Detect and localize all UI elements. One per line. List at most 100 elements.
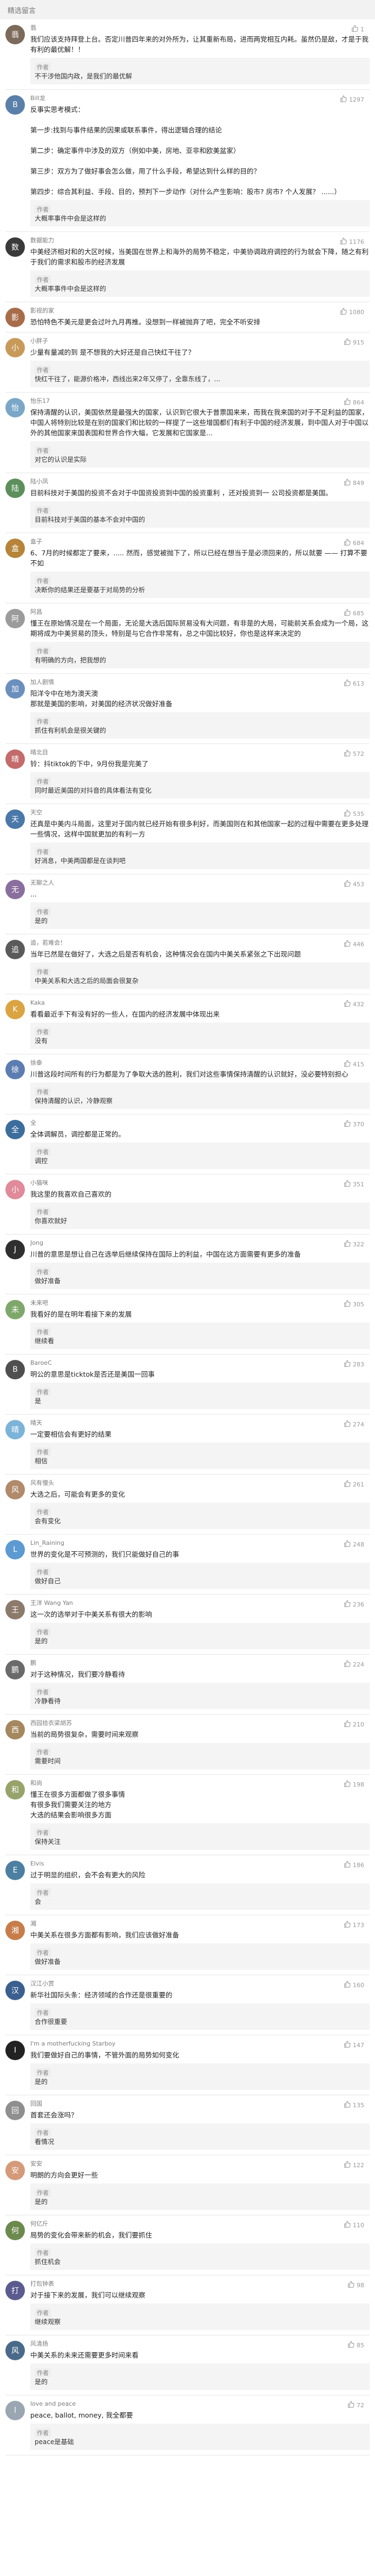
commenter-name[interactable]: 晴北目	[30, 748, 370, 757]
commenter-name[interactable]: Lin_Raining	[30, 1539, 370, 1548]
like-button[interactable]: 85	[347, 2341, 364, 2350]
like-button[interactable]: 236	[344, 1600, 364, 1609]
like-button[interactable]: 160	[344, 1981, 364, 1990]
like-button[interactable]: 283	[344, 1360, 364, 1369]
like-button[interactable]: 210	[344, 1720, 364, 1729]
avatar[interactable]: 王	[5, 1600, 25, 1619]
like-button[interactable]: 432	[344, 1000, 364, 1009]
avatar[interactable]: 全	[5, 1120, 25, 1139]
avatar[interactable]: J	[5, 1240, 25, 1259]
avatar[interactable]: 翡	[5, 25, 25, 44]
like-button[interactable]: 370	[344, 1120, 364, 1129]
avatar[interactable]: 西	[5, 1720, 25, 1740]
like-button[interactable]: 572	[344, 749, 364, 759]
like-button[interactable]: 613	[344, 679, 364, 688]
avatar[interactable]: 湘	[5, 1921, 25, 1940]
commenter-name[interactable]: 天空	[30, 808, 370, 817]
avatar[interactable]: 和	[5, 1780, 25, 1800]
commenter-name[interactable]: 晴天	[30, 1419, 370, 1428]
avatar[interactable]: 盒	[5, 539, 25, 558]
avatar[interactable]: K	[5, 1000, 25, 1019]
commenter-name[interactable]: 全	[30, 1119, 370, 1127]
like-button[interactable]: 915	[344, 338, 364, 347]
commenter-name[interactable]: 风有慢头	[30, 1479, 370, 1488]
like-button[interactable]: 173	[344, 1921, 364, 1930]
commenter-name[interactable]: 未来吧	[30, 1299, 370, 1307]
avatar[interactable]: 追	[5, 940, 25, 959]
like-button[interactable]: 186	[344, 1861, 364, 1870]
avatar[interactable]: 晴	[5, 749, 25, 769]
commenter-name[interactable]: 小胖子	[30, 337, 370, 346]
like-button[interactable]: 72	[347, 2401, 364, 2410]
commenter-name[interactable]: 安安	[30, 2160, 370, 2168]
avatar[interactable]: 回	[5, 2101, 25, 2120]
commenter-name[interactable]: 徐泰	[30, 1059, 370, 1067]
avatar[interactable]: 鹏	[5, 1660, 25, 1679]
commenter-name[interactable]: 加人剧情	[30, 678, 370, 687]
commenter-name[interactable]: 湘	[30, 1920, 370, 1928]
like-button[interactable]: 684	[344, 539, 364, 548]
commenter-name[interactable]: BaroeC	[30, 1359, 370, 1367]
commenter-name[interactable]: Bill龙	[30, 94, 370, 103]
like-button[interactable]: 1	[351, 25, 364, 34]
like-button[interactable]: 1176	[340, 237, 364, 247]
avatar[interactable]: 数	[5, 237, 25, 257]
like-button[interactable]: 535	[344, 809, 364, 819]
like-button[interactable]: 415	[344, 1060, 364, 1069]
like-button[interactable]: 122	[344, 2161, 364, 2170]
avatar[interactable]: 无	[5, 880, 25, 899]
commenter-name[interactable]: 陆小凤	[30, 477, 370, 486]
commenter-name[interactable]: 西园拾衣梁胡苏	[30, 1719, 370, 1728]
avatar[interactable]: 打	[5, 2281, 25, 2300]
avatar[interactable]: E	[5, 1861, 25, 1880]
avatar[interactable]: B	[5, 1360, 25, 1379]
commenter-name[interactable]: 回国	[30, 2100, 370, 2108]
like-button[interactable]: 274	[344, 1420, 364, 1429]
avatar[interactable]: I	[5, 2041, 25, 2060]
like-button[interactable]: 864	[344, 398, 364, 407]
commenter-name[interactable]: 风清扬	[30, 2340, 370, 2348]
avatar[interactable]: l	[5, 2401, 25, 2420]
avatar[interactable]: 徐	[5, 1060, 25, 1079]
like-button[interactable]: 849	[344, 479, 364, 488]
commenter-name[interactable]: Jong	[30, 1239, 370, 1247]
like-button[interactable]: 351	[344, 1180, 364, 1189]
avatar[interactable]: 风	[5, 1480, 25, 1499]
avatar[interactable]: 阿	[5, 609, 25, 628]
like-button[interactable]: 110	[344, 2221, 364, 2230]
commenter-name[interactable]: 小猫咪	[30, 1179, 370, 1187]
commenter-name[interactable]: 影视的家	[30, 307, 370, 315]
commenter-name[interactable]: 怡乐17	[30, 397, 370, 406]
avatar[interactable]: B	[5, 95, 25, 115]
commenter-name[interactable]: Kaka	[30, 999, 370, 1007]
avatar[interactable]: 影	[5, 308, 25, 327]
commenter-name[interactable]: 何亿斤	[30, 2220, 370, 2228]
like-button[interactable]: 305	[344, 1300, 364, 1309]
commenter-name[interactable]: 汉江小赏	[30, 1980, 370, 1988]
like-button[interactable]: 248	[344, 1540, 364, 1549]
like-button[interactable]: 1080	[340, 308, 364, 317]
commenter-name[interactable]: 盒子	[30, 537, 370, 546]
like-button[interactable]: 147	[344, 2041, 364, 2050]
avatar[interactable]: 汉	[5, 1981, 25, 2000]
like-button[interactable]: 135	[344, 2101, 364, 2110]
avatar[interactable]: 安	[5, 2161, 25, 2180]
avatar[interactable]: 未	[5, 1300, 25, 1319]
like-button[interactable]: 261	[344, 1480, 364, 1489]
avatar[interactable]: L	[5, 1540, 25, 1559]
avatar[interactable]: 风	[5, 2341, 25, 2360]
avatar[interactable]: 陆	[5, 479, 25, 498]
avatar[interactable]: 怡	[5, 398, 25, 417]
commenter-name[interactable]: love and peace	[30, 2400, 370, 2408]
commenter-name[interactable]: 数据能力	[30, 236, 370, 245]
like-button[interactable]: 224	[344, 1660, 364, 1669]
like-button[interactable]: 322	[344, 1240, 364, 1249]
commenter-name[interactable]: 追，若难会！	[30, 939, 370, 947]
avatar[interactable]: 小	[5, 338, 25, 357]
avatar[interactable]: 加	[5, 679, 25, 699]
commenter-name[interactable]: 翡	[30, 24, 370, 32]
commenter-name[interactable]: 阿昌	[30, 608, 370, 616]
avatar[interactable]: 小	[5, 1180, 25, 1199]
like-button[interactable]: 1297	[340, 95, 364, 104]
avatar[interactable]: 何	[5, 2221, 25, 2240]
